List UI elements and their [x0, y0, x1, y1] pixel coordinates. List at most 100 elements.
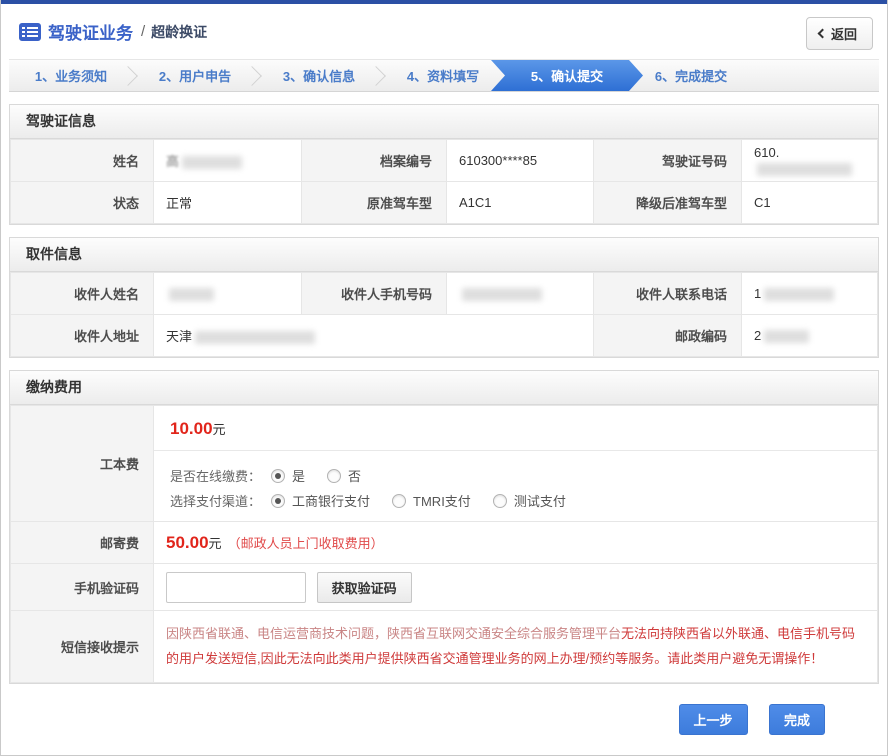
payment-options-block: 是否在线缴费： 是 否 选择支付渠道： 工商银行支付 TMRI支付	[154, 450, 877, 521]
recipient-name-label: 收件人姓名	[11, 273, 154, 315]
radio-channel-tmri[interactable]	[392, 494, 406, 508]
step-label: 5、确认提交	[531, 69, 603, 84]
work-fee-value: 10.00元 是否在线缴费： 是 否 选择支付渠道：	[154, 406, 878, 522]
sms-code-input[interactable]	[166, 572, 306, 603]
step-label: 2、用户申告	[159, 69, 231, 84]
radio-online-yes[interactable]	[271, 469, 285, 483]
sms-notice-label: 短信接收提示	[11, 611, 154, 683]
finish-button[interactable]: 完成	[769, 704, 825, 735]
mail-fee-value: 50.00元（邮政人员上门收取费用）	[154, 522, 878, 564]
table-row: 收件人姓名 收件人手机号码 收件人联系电话 1	[11, 273, 878, 315]
masked-value	[195, 331, 315, 344]
masked-prefix: 1	[754, 286, 761, 301]
pay-channel-row: 选择支付渠道： 工商银行支付 TMRI支付 测试支付	[170, 491, 861, 510]
step-tab-confirm-submit[interactable]: 5、确认提交	[491, 60, 643, 91]
page: 驾驶证业务 / 超龄换证 返回 1、业务须知 2、用户申告 3、确认信息 4、资…	[0, 0, 888, 756]
back-button[interactable]: 返回	[806, 17, 873, 50]
work-fee-label: 工本费	[11, 406, 154, 522]
section-pickup-info: 取件信息 收件人姓名 收件人手机号码 收件人联系电话 1 收件人地址 天津 邮政…	[9, 237, 879, 358]
sms-notice-text: 因陕西省联通、电信运营商技术问题，陕西省互联网交通安全综合服务管理平台无法向持陕…	[154, 611, 878, 683]
previous-step-button[interactable]: 上一步	[679, 704, 748, 735]
radio-online-no[interactable]	[327, 469, 341, 483]
recipient-mobile-label: 收件人手机号码	[302, 273, 447, 315]
table-row: 姓名 高 档案编号 610300****85 驾驶证号码 610.	[11, 140, 878, 182]
table-row: 收件人地址 天津 邮政编码 2	[11, 315, 878, 357]
license-number-label: 驾驶证号码	[594, 140, 742, 182]
file-number-value: 610300****85	[447, 140, 594, 182]
table-row: 邮寄费 50.00元（邮政人员上门收取费用）	[11, 522, 878, 564]
section-license-info: 驾驶证信息 姓名 高 档案编号 610300****85 驾驶证号码 610. …	[9, 104, 879, 225]
downgraded-class-label: 降级后准驾车型	[594, 182, 742, 224]
section-title-pickup-info: 取件信息	[10, 238, 878, 272]
mail-fee-amount: 50.00	[166, 533, 209, 552]
step-label: 1、业务须知	[35, 69, 107, 84]
get-sms-code-button[interactable]: 获取验证码	[317, 572, 412, 603]
mail-fee-label: 邮寄费	[11, 522, 154, 564]
step-label: 3、确认信息	[283, 69, 355, 84]
original-class-label: 原准驾车型	[302, 182, 447, 224]
radio-channel-test-label[interactable]: 测试支付	[514, 491, 566, 510]
step-tab-finish-submit[interactable]: 6、完成提交	[629, 60, 753, 91]
masked-value	[169, 288, 214, 301]
section-title-fees: 缴纳费用	[10, 371, 878, 405]
sms-code-label: 手机验证码	[11, 564, 154, 611]
radio-channel-test[interactable]	[493, 494, 507, 508]
radio-online-yes-label[interactable]: 是	[292, 466, 305, 485]
back-button-label: 返回	[831, 24, 857, 43]
recipient-phone-value: 1	[742, 273, 878, 315]
sms-code-cell: 获取验证码	[154, 564, 878, 611]
masked-value	[764, 288, 834, 301]
step-tab-confirm-info[interactable]: 3、确认信息	[257, 60, 381, 91]
list-form-icon	[19, 23, 41, 41]
pickup-info-table: 收件人姓名 收件人手机号码 收件人联系电话 1 收件人地址 天津 邮政编码 2	[10, 272, 878, 357]
table-row: 工本费 10.00元 是否在线缴费： 是 否	[11, 406, 878, 522]
masked-value	[462, 288, 542, 301]
work-fee-unit: 元	[213, 422, 226, 437]
table-row: 状态 正常 原准驾车型 A1C1 降级后准驾车型 C1	[11, 182, 878, 224]
section-fees: 缴纳费用 工本费 10.00元 是否在线缴费： 是 否	[9, 370, 879, 684]
recipient-name-value	[154, 273, 302, 315]
masked-value	[757, 163, 852, 176]
name-value: 高	[154, 140, 302, 182]
radio-channel-icbc[interactable]	[271, 494, 285, 508]
radio-online-no-label[interactable]: 否	[348, 466, 361, 485]
file-number-label: 档案编号	[302, 140, 447, 182]
recipient-address-value: 天津	[154, 315, 594, 357]
steps-bar: 1、业务须知 2、用户申告 3、确认信息 4、资料填写 5、确认提交 6、完成提…	[9, 59, 879, 92]
masked-value	[764, 330, 809, 343]
page-header: 驾驶证业务 / 超龄换证 返回	[1, 4, 887, 59]
pay-channel-question: 选择支付渠道：	[170, 491, 261, 510]
masked-value	[182, 156, 242, 169]
postal-code-value: 2	[742, 315, 878, 357]
masked-prefix: 天津	[166, 329, 192, 344]
section-title-license-info: 驾驶证信息	[10, 105, 878, 139]
recipient-phone-label: 收件人联系电话	[594, 273, 742, 315]
status-label: 状态	[11, 182, 154, 224]
breadcrumb-current: 超龄换证	[151, 22, 207, 42]
step-label: 4、资料填写	[407, 69, 479, 84]
radio-channel-icbc-label[interactable]: 工商银行支付	[292, 491, 370, 510]
recipient-address-label: 收件人地址	[11, 315, 154, 357]
recipient-mobile-value	[447, 273, 594, 315]
breadcrumb-separator: /	[141, 23, 145, 40]
downgraded-class-value: C1	[742, 182, 878, 224]
work-fee-amount-line: 10.00元	[154, 406, 877, 450]
online-pay-question: 是否在线缴费：	[170, 466, 261, 485]
original-class-value: A1C1	[447, 182, 594, 224]
footer-actions: 上一步 完成	[1, 704, 825, 735]
step-label: 6、完成提交	[655, 69, 727, 84]
sms-notice-intro: 因陕西省联通、电信运营商技术问题，陕西省互联网交通安全综合服务管理平台	[166, 626, 621, 641]
license-info-table: 姓名 高 档案编号 610300****85 驾驶证号码 610. 状态 正常 …	[10, 139, 878, 224]
mail-fee-note: （邮政人员上门收取费用）	[228, 536, 384, 551]
postal-code-label: 邮政编码	[594, 315, 742, 357]
table-row: 短信接收提示 因陕西省联通、电信运营商技术问题，陕西省互联网交通安全综合服务管理…	[11, 611, 878, 683]
masked-prefix: 610.	[754, 145, 779, 160]
step-tab-business-notice[interactable]: 1、业务须知	[9, 60, 133, 91]
table-row: 手机验证码 获取验证码	[11, 564, 878, 611]
step-tab-user-declaration[interactable]: 2、用户申告	[133, 60, 257, 91]
page-title: 驾驶证业务	[48, 19, 133, 44]
status-value: 正常	[154, 182, 302, 224]
radio-channel-tmri-label[interactable]: TMRI支付	[413, 491, 471, 510]
step-tab-fill-materials[interactable]: 4、资料填写	[381, 60, 505, 91]
masked-prefix: 高	[166, 154, 179, 169]
